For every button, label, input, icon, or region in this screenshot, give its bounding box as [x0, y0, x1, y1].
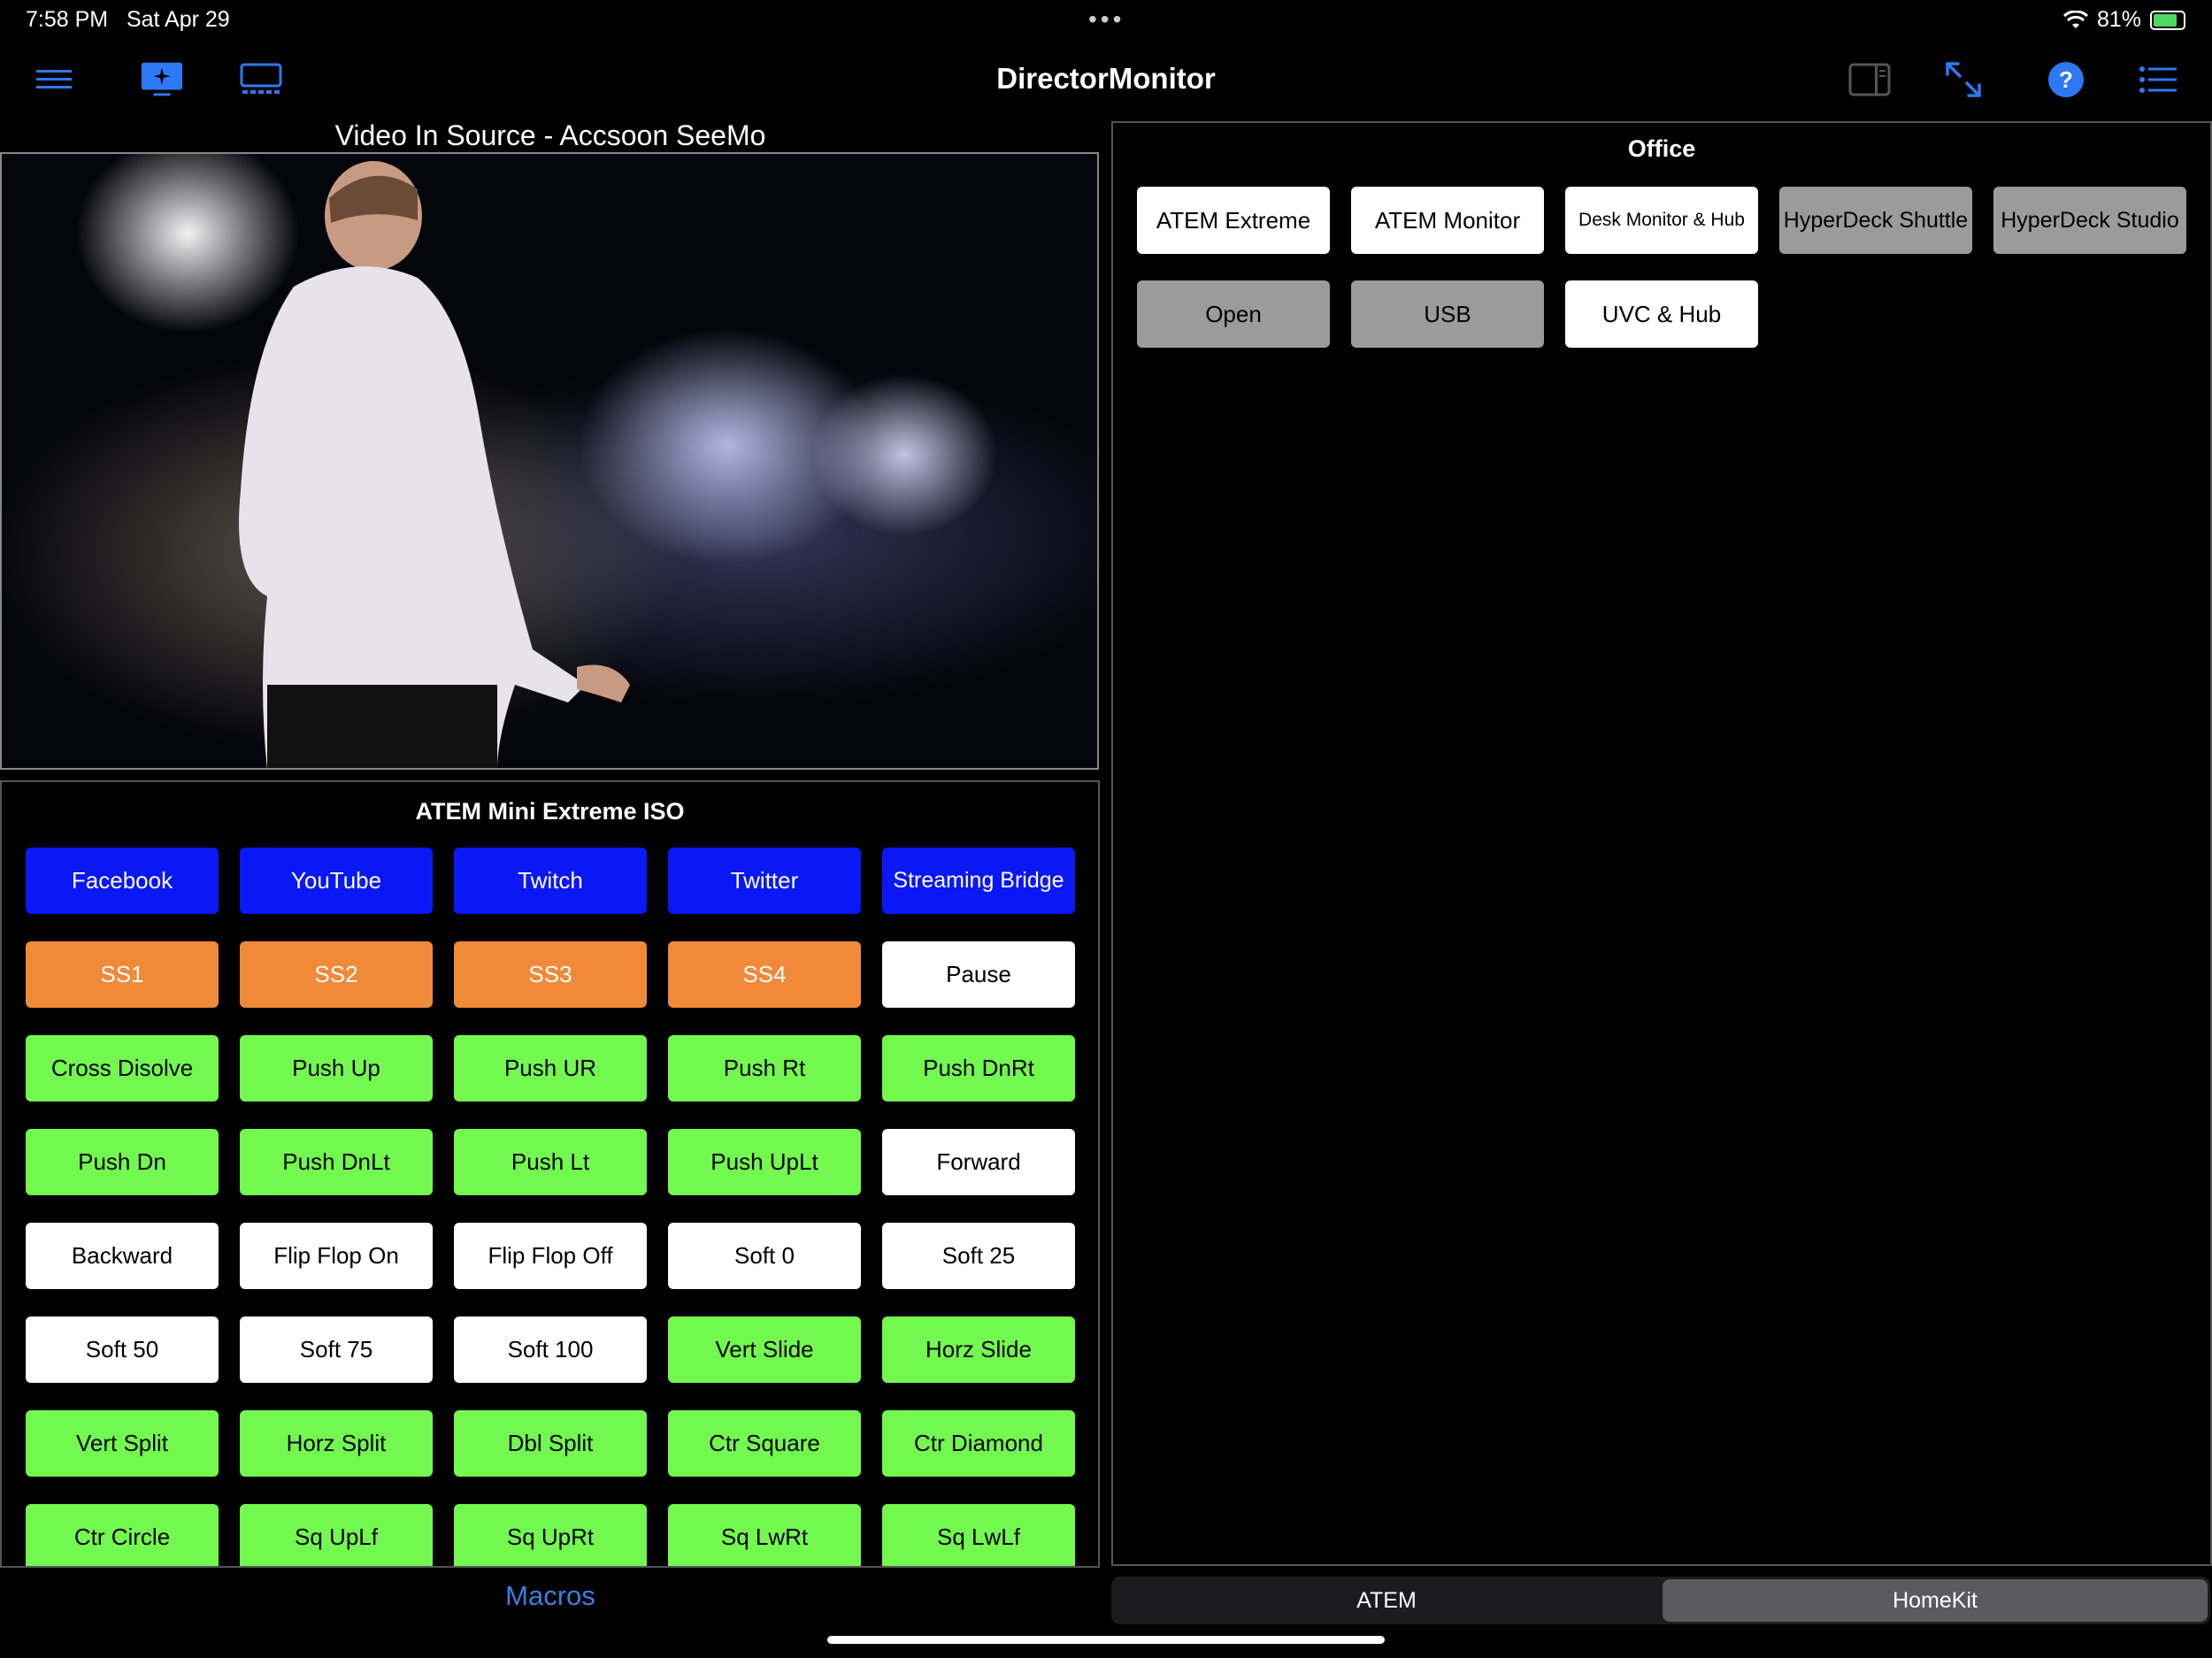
- status-right: 81%: [2062, 7, 2185, 33]
- list-icon[interactable]: [2136, 60, 2180, 99]
- macro-button[interactable]: Push UpLt: [668, 1129, 861, 1195]
- macro-button[interactable]: Facebook: [26, 848, 219, 914]
- svg-text:?: ?: [2059, 66, 2073, 93]
- macro-button[interactable]: SS4: [668, 941, 861, 1008]
- macro-button[interactable]: Twitter: [668, 848, 861, 914]
- macro-button[interactable]: YouTube: [240, 848, 433, 914]
- macros-tab[interactable]: Macros: [0, 1580, 1101, 1612]
- macro-button[interactable]: Twitch: [454, 848, 647, 914]
- macro-button[interactable]: Ctr Circle: [26, 1504, 219, 1566]
- macro-button[interactable]: Push DnRt: [882, 1035, 1075, 1101]
- macro-button[interactable]: Push Dn: [26, 1129, 219, 1195]
- macro-button[interactable]: Sq UpLf: [240, 1504, 433, 1566]
- status-time: 7:58 PM Sat Apr 29: [26, 7, 230, 33]
- macro-button[interactable]: Horz Slide: [882, 1316, 1075, 1383]
- macro-button[interactable]: Vert Split: [26, 1410, 219, 1477]
- macro-button[interactable]: Push Lt: [454, 1129, 647, 1195]
- macro-button[interactable]: Soft 100: [454, 1316, 647, 1383]
- macro-button[interactable]: Pause: [882, 941, 1075, 1008]
- macro-button[interactable]: Soft 75: [240, 1316, 433, 1383]
- macro-button[interactable]: Dbl Split: [454, 1410, 647, 1477]
- macro-button[interactable]: Ctr Square: [668, 1410, 861, 1477]
- macro-button[interactable]: Soft 50: [26, 1316, 219, 1383]
- device-button[interactable]: HyperDeck Shuttle: [1779, 187, 1972, 254]
- home-indicator[interactable]: [827, 1636, 1385, 1644]
- multitasking-dots[interactable]: •••: [1088, 5, 1125, 34]
- device-button[interactable]: UVC & Hub: [1565, 280, 1758, 348]
- device-button[interactable]: ATEM Monitor: [1351, 187, 1544, 254]
- macro-button[interactable]: Vert Slide: [668, 1316, 861, 1383]
- tab-atem[interactable]: ATEM: [1114, 1579, 1659, 1622]
- macro-button[interactable]: Push Rt: [668, 1035, 861, 1101]
- macro-button[interactable]: Sq LwRt: [668, 1504, 861, 1566]
- help-icon[interactable]: ?: [2044, 60, 2088, 99]
- macro-button[interactable]: SS1: [26, 941, 219, 1008]
- macros-panel: ATEM Mini Extreme ISO Facebook YouTube Twi…: [0, 780, 1100, 1568]
- office-panel: Office ATEM Extreme ATEM Monitor Desk Moni…: [1111, 121, 2212, 1566]
- office-button-grid: ATEM Extreme ATEM Monitor Desk Monitor & H…: [1137, 187, 2186, 348]
- macro-button[interactable]: Cross Disolve: [26, 1035, 219, 1101]
- macro-button[interactable]: Flip Flop Off: [454, 1223, 647, 1289]
- macro-button[interactable]: Push Up: [240, 1035, 433, 1101]
- device-button[interactable]: USB: [1351, 280, 1544, 348]
- video-source-title: Video In Source - Accsoon SeeMo: [334, 119, 766, 151]
- battery-percent: 81%: [2096, 7, 2141, 32]
- macro-button[interactable]: Horz Split: [240, 1410, 433, 1477]
- tab-homekit[interactable]: HomeKit: [1663, 1579, 2208, 1622]
- macro-button[interactable]: Push UR: [454, 1035, 647, 1101]
- battery-fill: [2154, 13, 2177, 27]
- device-button[interactable]: HyperDeck Studio: [1993, 187, 2186, 254]
- status-date-text: Sat Apr 29: [126, 7, 230, 32]
- video-preview[interactable]: [0, 152, 1099, 770]
- device-button[interactable]: ATEM Extreme: [1137, 187, 1330, 254]
- presenter-image: [239, 161, 630, 768]
- macro-button[interactable]: Flip Flop On: [240, 1223, 433, 1289]
- sidebar-icon[interactable]: [1847, 60, 1892, 99]
- status-time-text: 7:58 PM: [26, 7, 109, 32]
- battery-icon: [2150, 10, 2185, 30]
- macro-button[interactable]: Soft 0: [668, 1223, 861, 1289]
- macro-button[interactable]: Soft 25: [882, 1223, 1075, 1289]
- macro-button[interactable]: Sq UpRt: [454, 1504, 647, 1566]
- device-button[interactable]: Open: [1137, 280, 1330, 348]
- device-button[interactable]: Desk Monitor & Hub: [1565, 187, 1758, 254]
- office-title: Office: [1627, 135, 1696, 162]
- macro-button[interactable]: Ctr Diamond: [882, 1410, 1075, 1477]
- macro-button-grid: Facebook YouTube Twitch Twitter Streaming Br…: [26, 848, 1075, 1566]
- segmented-control: ATEM HomeKit: [1111, 1577, 2210, 1624]
- macro-button[interactable]: SS3: [454, 941, 647, 1008]
- macro-button[interactable]: Sq LwLf: [882, 1504, 1075, 1566]
- macro-button[interactable]: Push DnLt: [240, 1129, 433, 1195]
- macro-button[interactable]: Forward: [882, 1129, 1075, 1195]
- macro-button[interactable]: Backward: [26, 1223, 219, 1289]
- switcher-title: ATEM Mini Extreme ISO: [415, 798, 685, 825]
- navigation-bar: DirectorMonitor ?: [0, 44, 2212, 115]
- expand-arrows-icon[interactable]: [1941, 60, 1985, 99]
- macro-button[interactable]: SS2: [240, 941, 433, 1008]
- wifi-icon: [2062, 10, 2088, 28]
- macro-button[interactable]: Streaming Bridge: [882, 848, 1075, 914]
